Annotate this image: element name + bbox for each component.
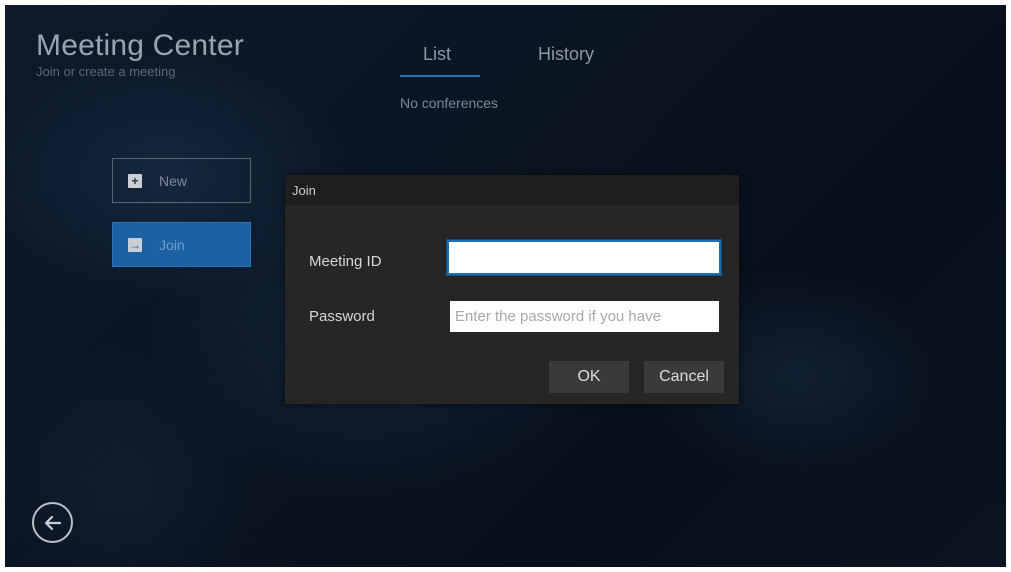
new-meeting-button[interactable]: + New xyxy=(112,158,251,203)
dialog-title: Join xyxy=(285,175,739,205)
tab-list[interactable]: List xyxy=(423,43,451,65)
cancel-button[interactable]: Cancel xyxy=(644,361,724,393)
ok-button[interactable]: OK xyxy=(549,361,629,393)
join-dialog: Join Meeting ID Password OK Cancel xyxy=(285,175,739,404)
empty-list-message: No conferences xyxy=(400,95,499,111)
app-title: Meeting Center xyxy=(36,29,244,62)
back-arrow-icon xyxy=(44,515,61,530)
tab-history[interactable]: History xyxy=(538,43,594,65)
meeting-id-input[interactable] xyxy=(447,240,721,275)
join-arrow-icon: → xyxy=(128,237,142,252)
meeting-id-label: Meeting ID xyxy=(309,253,382,270)
active-tab-indicator xyxy=(400,75,480,77)
app-subtitle: Join or create a meeting xyxy=(36,64,176,79)
join-button-label: Join xyxy=(159,236,185,253)
plus-icon: + xyxy=(128,173,142,188)
password-input[interactable] xyxy=(450,301,719,332)
join-meeting-button[interactable]: → Join xyxy=(112,222,251,267)
password-label: Password xyxy=(309,308,375,325)
meeting-center-screen: Meeting Center Join or create a meeting … xyxy=(5,5,1006,567)
new-button-label: New xyxy=(159,172,188,189)
back-button[interactable] xyxy=(32,502,73,543)
